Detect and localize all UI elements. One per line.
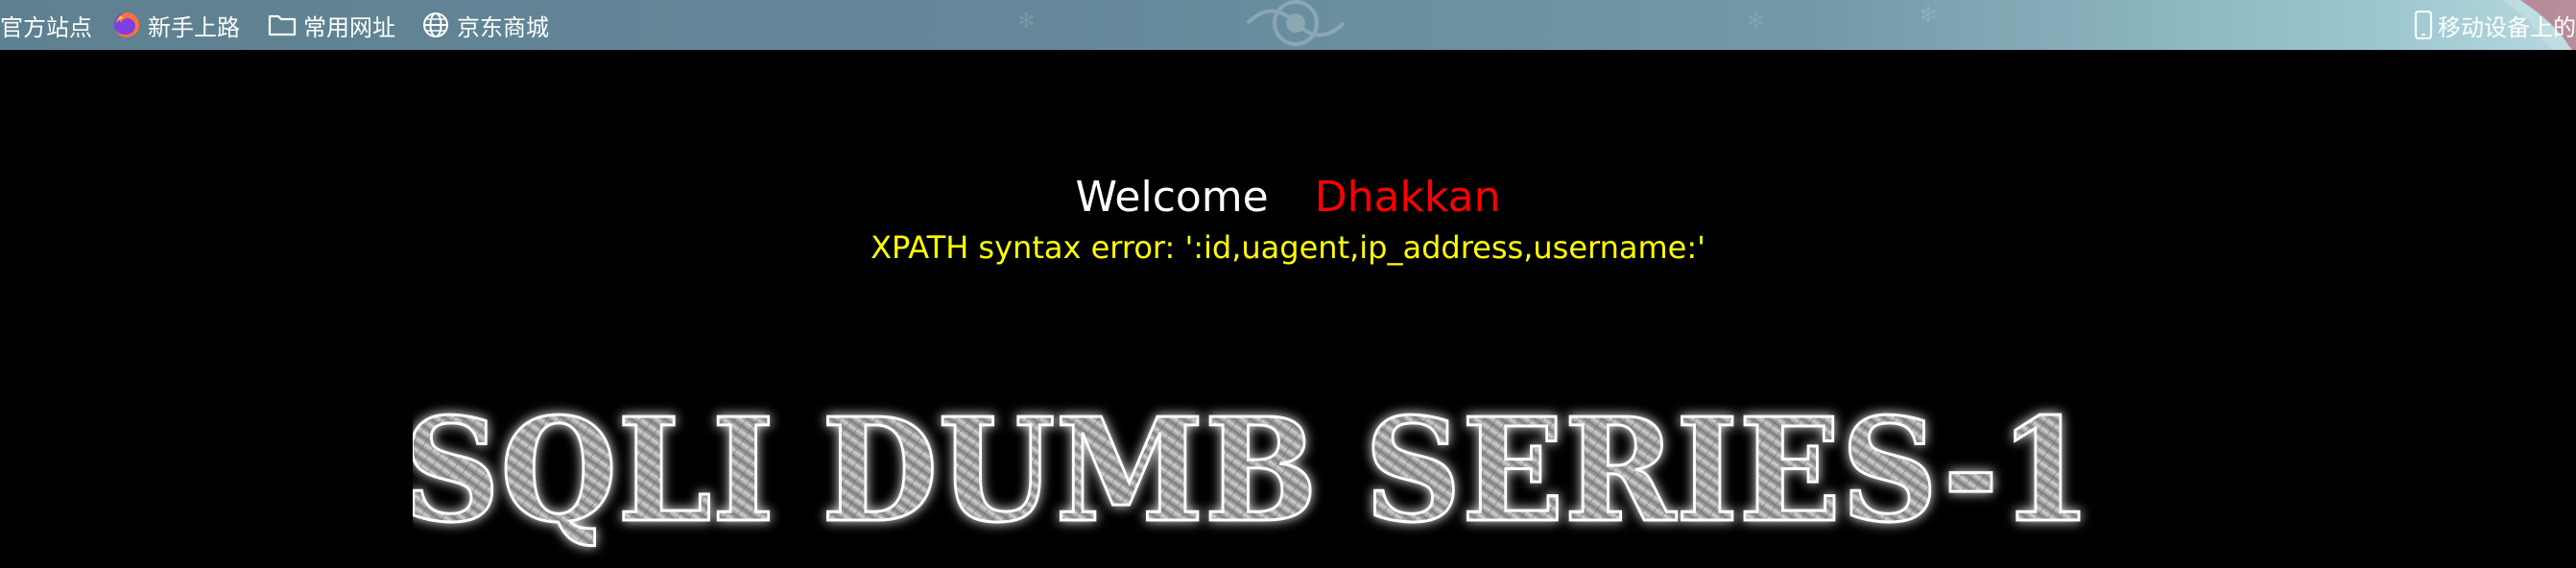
bookmark-label: 常用网址 (303, 13, 395, 41)
welcome-text: Welcome (1075, 173, 1269, 222)
toolbar-background-ornament (1246, 0, 1346, 46)
series-title-banner: SQLI DUMB SERIES-1 (413, 386, 2094, 556)
bookmark-jd-mall[interactable]: 京东商城 (420, 0, 549, 50)
snowflake-decoration: ✻ (1747, 10, 1765, 34)
page-content: Welcome Dhakkan XPATH syntax error: ':id,… (0, 50, 2576, 556)
bookmark-label: 官方站点 (0, 13, 92, 41)
bookmark-label: 移动设备上的 (2438, 13, 2576, 41)
bookmarks-toolbar: ✻ ✻ ✻ 官方站点 新手上路 常用网址 京东商城 移动设备上的 (0, 0, 2576, 50)
firefox-icon (111, 10, 142, 40)
welcome-message: Welcome Dhakkan (0, 171, 2576, 225)
bookmark-label: 新手上路 (148, 13, 240, 41)
snowflake-decoration: ✻ (1017, 10, 1036, 34)
bookmark-mobile-devices[interactable]: 移动设备上的 (2413, 0, 2576, 50)
globe-icon (420, 10, 451, 40)
folder-icon (267, 10, 298, 40)
username-text: Dhakkan (1314, 173, 1501, 222)
banner-text: SQLI DUMB SERIES-1 (413, 387, 2092, 554)
bookmark-folder-common-sites[interactable]: 常用网址 (267, 0, 395, 50)
bookmark-label: 京东商城 (457, 13, 549, 41)
mobile-device-icon (2413, 10, 2434, 40)
bookmark-official-site[interactable]: 官方站点 (0, 0, 92, 50)
bookmark-getting-started[interactable]: 新手上路 (111, 0, 240, 50)
snowflake-decoration: ✻ (1920, 4, 1938, 28)
error-message: XPATH syntax error: ':id,uagent,ip_addre… (871, 229, 1705, 266)
